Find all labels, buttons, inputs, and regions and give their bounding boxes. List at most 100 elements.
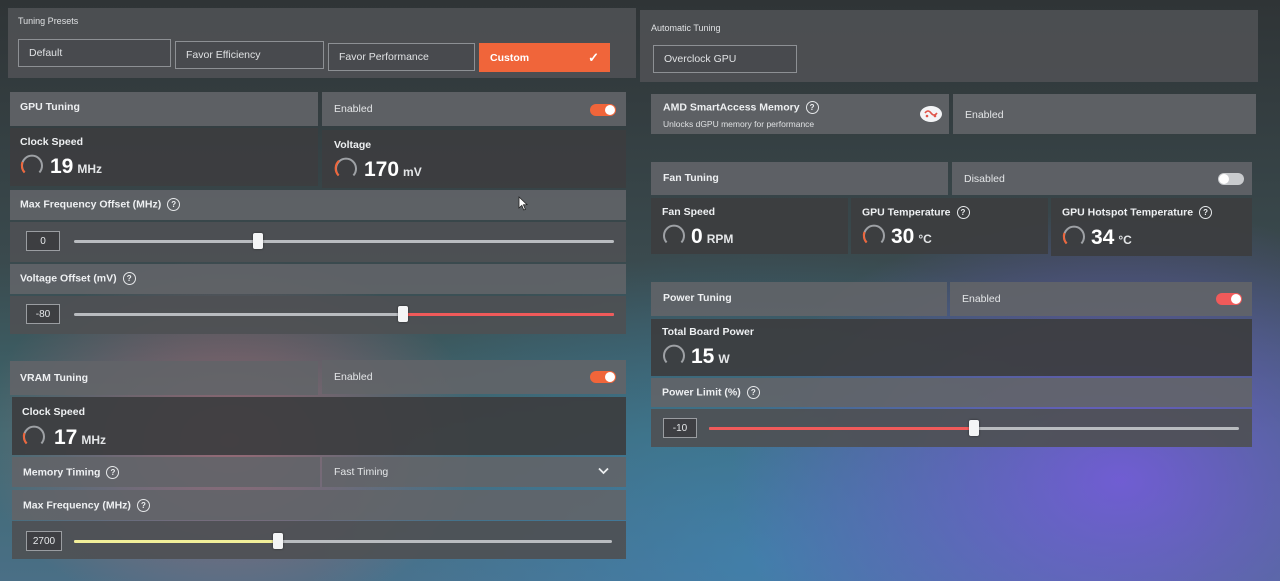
gpu-tuning-state-row: Enabled (322, 92, 626, 126)
vram-tuning-state: Enabled (334, 371, 373, 383)
toggle-knob (1231, 294, 1241, 304)
power-limit-input[interactable]: -10 (663, 418, 697, 438)
help-icon[interactable]: ? (136, 499, 150, 512)
gpu-clock-unit: MHz (77, 162, 103, 176)
max-frequency-offset-header: Max Frequency Offset (MHz)? (10, 190, 626, 220)
preset-favor-performance-button[interactable]: Favor Performance (328, 43, 475, 71)
voltage-offset-header: Voltage Offset (mV)? (10, 264, 626, 294)
vram-clock-unit: MHz (81, 433, 107, 447)
smart-access-memory-state-row: Enabled (953, 94, 1256, 134)
voltage-offset-input[interactable]: -80 (26, 304, 60, 324)
vram-clock-panel: Clock Speed 17 MHz (12, 397, 626, 455)
gauge-icon (862, 224, 885, 244)
smart-access-memory-state: Enabled (965, 109, 1004, 121)
gpu-hotspot-unit: °C (1118, 233, 1132, 247)
vram-max-frequency-thumb[interactable] (273, 533, 284, 549)
max-frequency-offset-thumb[interactable] (252, 233, 263, 249)
preset-default-button[interactable]: Default (18, 39, 171, 67)
gpu-hotspot-label: GPU Hotspot Temperature? (1062, 206, 1213, 219)
gpu-temperature-value: 30 °C (891, 225, 932, 249)
power-limit-thumb[interactable] (969, 420, 979, 436)
gpu-hotspot-number: 34 (1091, 226, 1115, 249)
fan-tuning-toggle[interactable] (1218, 173, 1244, 185)
gauge-icon (1062, 225, 1085, 245)
gauge-icon (22, 425, 45, 445)
voltage-offset-thumb[interactable] (398, 306, 409, 322)
gpu-tuning-title: GPU Tuning (20, 101, 80, 113)
power-limit-text: Power Limit (%) (662, 386, 741, 399)
vram-max-frequency-label: Max Frequency (MHz)? (23, 499, 150, 512)
max-frequency-offset-text: Max Frequency Offset (MHz) (20, 198, 162, 211)
checkmark-icon: ✓ (588, 49, 599, 65)
fan-speed-number: 0 (691, 225, 703, 248)
gpu-temperature-label: GPU Temperature? (862, 206, 970, 219)
memory-timing-header: Memory Timing? (12, 457, 320, 487)
fan-speed-label: Fan Speed (662, 206, 716, 218)
preset-custom-button[interactable]: Custom ✓ (479, 43, 610, 72)
total-board-power-value: 15 W (691, 345, 730, 369)
fan-tuning-header: Fan Tuning (651, 162, 948, 195)
vram-tuning-toggle[interactable] (590, 371, 616, 383)
total-board-power-label: Total Board Power (662, 326, 754, 338)
max-frequency-offset-input[interactable]: 0 (26, 231, 60, 251)
fan-speed-panel: Fan Speed 0 RPM (651, 198, 848, 254)
tuning-presets-panel: Tuning Presets Default Favor Efficiency … (8, 8, 636, 78)
help-icon[interactable]: ? (106, 466, 120, 479)
gpu-hotspot-value: 34 °C (1091, 226, 1132, 250)
power-limit-header: Power Limit (%)? (651, 378, 1252, 407)
smart-access-memory-panel: AMD SmartAccess Memory? Unlocks dGPU mem… (651, 94, 949, 134)
help-icon[interactable]: ? (167, 198, 181, 211)
voltage-offset-text: Voltage Offset (mV) (20, 272, 117, 285)
preset-custom-label: Custom (490, 51, 530, 64)
toggle-knob (605, 372, 615, 382)
gpu-voltage-value: 170 mV (364, 158, 422, 182)
help-icon[interactable]: ? (956, 206, 970, 219)
power-limit-fill (709, 427, 974, 430)
help-icon[interactable]: ? (805, 101, 819, 114)
fan-speed-value: 0 RPM (691, 225, 733, 249)
automatic-tuning-panel: Automatic Tuning Overclock GPU (640, 10, 1258, 82)
vram-clock-number: 17 (54, 426, 78, 449)
gpu-temperature-text: GPU Temperature (862, 206, 951, 219)
memory-timing-dropdown[interactable]: Fast Timing (322, 457, 626, 487)
toggle-knob (1219, 174, 1229, 184)
total-board-power-number: 15 (691, 345, 715, 368)
fan-tuning-title: Fan Tuning (663, 172, 719, 184)
max-frequency-offset-track[interactable] (74, 240, 614, 243)
voltage-offset-slider-row: -80 (10, 296, 626, 334)
power-tuning-toggle[interactable] (1216, 293, 1242, 305)
fan-tuning-state-row: Disabled (952, 162, 1252, 195)
max-frequency-offset-label: Max Frequency Offset (MHz)? (20, 198, 181, 211)
help-icon[interactable]: ? (746, 386, 760, 399)
memory-timing-text: Memory Timing (23, 466, 101, 479)
vram-max-frequency-header: Max Frequency (MHz)? (12, 490, 626, 520)
gpu-tuning-header: GPU Tuning (10, 92, 318, 126)
memory-brain-icon (920, 106, 942, 122)
vram-clock-value: 17 MHz (54, 426, 106, 450)
vram-tuning-state-row: Enabled (322, 360, 626, 394)
overclock-gpu-button[interactable]: Overclock GPU (653, 45, 797, 73)
voltage-offset-label: Voltage Offset (mV)? (20, 272, 136, 285)
gpu-tuning-toggle[interactable] (590, 104, 616, 116)
gpu-voltage-number: 170 (364, 158, 400, 181)
help-icon[interactable]: ? (122, 272, 136, 285)
total-board-power-unit: W (718, 352, 730, 366)
tuning-presets-title: Tuning Presets (18, 16, 79, 26)
toggle-knob (605, 105, 615, 115)
vram-tuning-title: VRAM Tuning (20, 372, 89, 384)
gauge-icon (663, 344, 685, 364)
fan-tuning-state: Disabled (964, 173, 1005, 185)
vram-max-frequency-input[interactable]: 2700 (26, 531, 62, 551)
power-limit-label: Power Limit (%)? (662, 386, 760, 399)
help-icon[interactable]: ? (1199, 206, 1213, 219)
memory-timing-label: Memory Timing? (23, 466, 120, 479)
power-tuning-state: Enabled (962, 293, 1001, 305)
gpu-temperature-panel: GPU Temperature? 30 °C (851, 198, 1048, 254)
gpu-clock-value: 19 MHz (50, 155, 102, 179)
vram-max-frequency-slider-row: 2700 (12, 521, 626, 559)
gpu-hotspot-panel: GPU Hotspot Temperature? 34 °C (1051, 198, 1252, 256)
gpu-clock-number: 19 (50, 155, 74, 178)
power-tuning-title: Power Tuning (663, 292, 732, 304)
fan-speed-unit: RPM (706, 232, 734, 246)
preset-favor-efficiency-button[interactable]: Favor Efficiency (175, 41, 324, 69)
